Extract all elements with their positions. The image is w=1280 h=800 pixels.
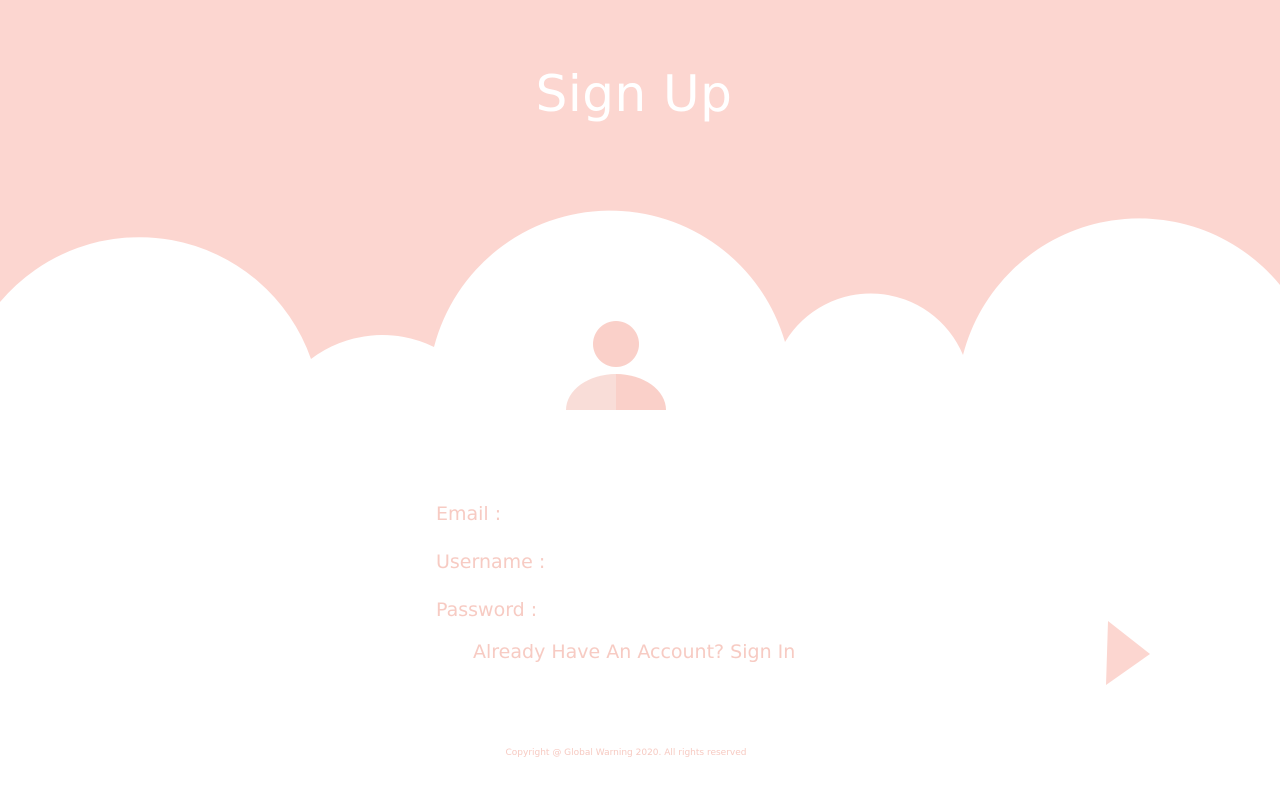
email-label: Email : <box>436 503 502 525</box>
submit-button[interactable] <box>1103 619 1153 687</box>
avatar-body-left <box>566 374 616 410</box>
username-row: Username : <box>436 538 1076 586</box>
password-row: Password : <box>436 586 1076 634</box>
password-field[interactable] <box>545 595 1076 625</box>
signup-page: Sign Up Email : Username : Password : Al… <box>0 0 1280 800</box>
email-row: Email : <box>436 490 1076 538</box>
page-title: Sign Up <box>535 65 733 123</box>
signup-form: Email : Username : Password : <box>436 490 1076 634</box>
email-field[interactable] <box>509 499 1076 529</box>
username-label: Username : <box>436 551 546 573</box>
sign-in-link[interactable]: Already Have An Account? Sign In <box>473 638 795 666</box>
avatar-head <box>593 321 639 367</box>
play-triangle-icon <box>1106 621 1150 685</box>
copyright-footer: Copyright @ Global Warning 2020. All rig… <box>505 748 747 758</box>
username-field[interactable] <box>553 547 1076 577</box>
cloud-banner-shape <box>0 0 1280 359</box>
user-avatar-icon <box>565 321 667 411</box>
password-label: Password : <box>436 599 538 621</box>
avatar-body-right <box>616 374 666 410</box>
